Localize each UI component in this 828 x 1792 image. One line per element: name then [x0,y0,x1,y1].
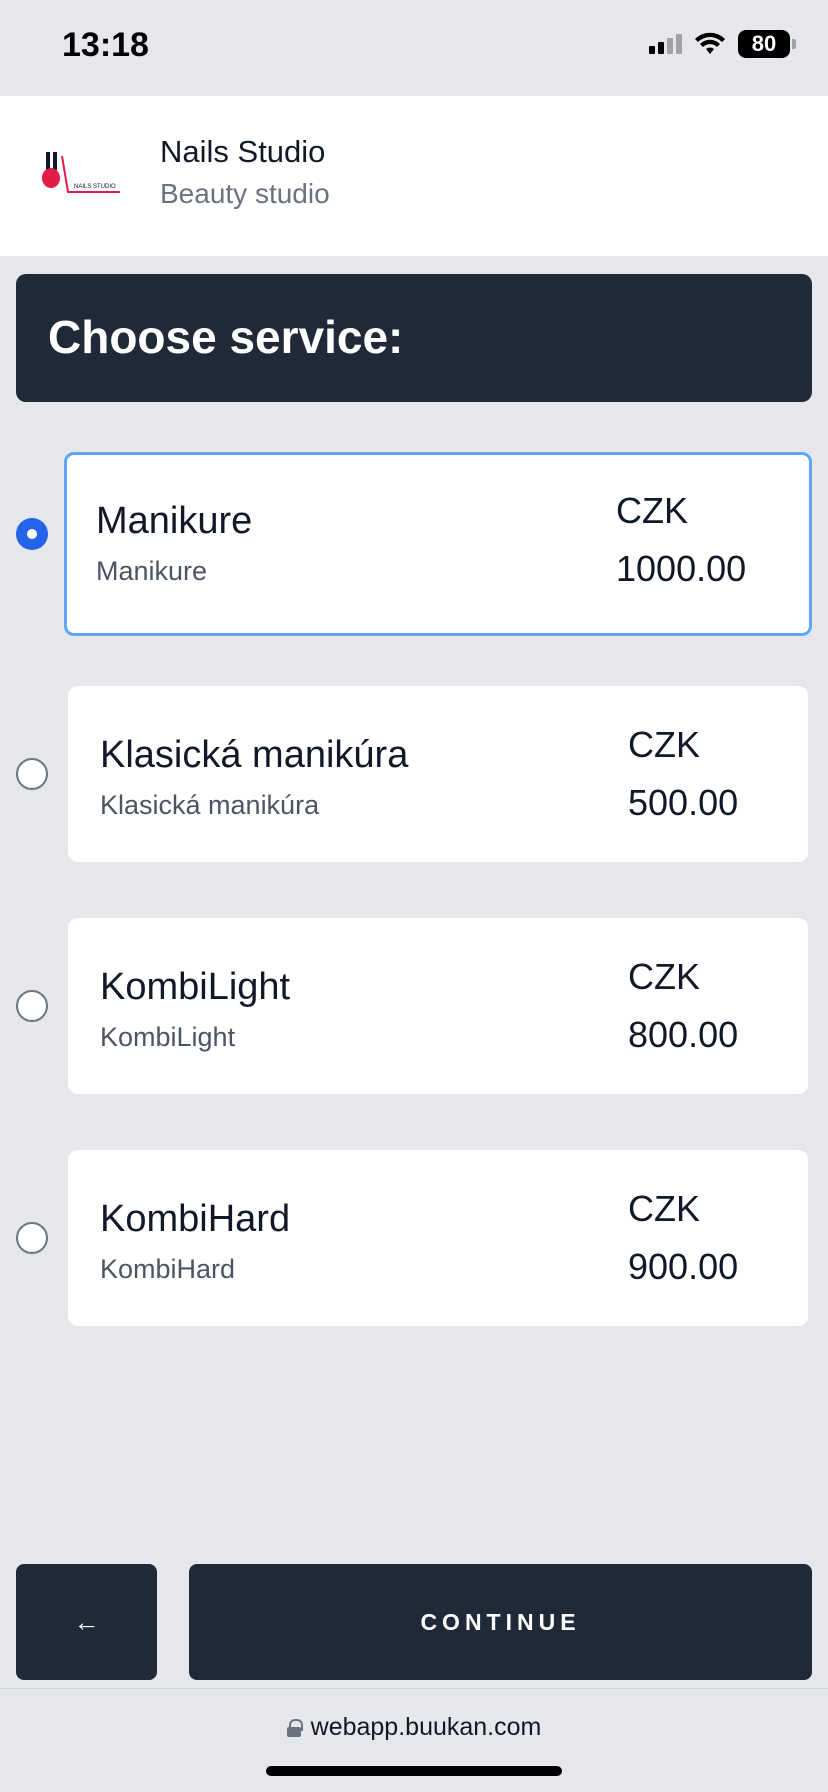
service-card[interactable]: KombiHard KombiHard CZK 900.00 [68,1150,808,1326]
service-radio[interactable] [16,518,48,550]
service-option-klasicka-manikura[interactable]: Klasická manikúra Klasická manikúra CZK … [0,686,828,862]
cellular-signal-icon [649,34,682,54]
title-panel: Choose service: [16,274,812,402]
service-currency: CZK [628,956,700,997]
arrow-left-icon: ← [73,1606,100,1637]
wifi-icon [695,32,725,54]
browser-url-bar[interactable]: webapp.buukan.com [0,1688,828,1792]
service-radio[interactable] [16,1222,48,1254]
studio-header: NAILS STUDIO Nails Studio Beauty studio [0,96,828,256]
service-name: Klasická manikúra [100,734,409,776]
service-description: KombiHard [100,1254,236,1284]
url-text: webapp.buukan.com [310,1713,542,1741]
service-card[interactable]: KombiLight KombiLight CZK 800.00 [68,918,808,1094]
service-description: Klasická manikúra [100,790,320,820]
battery-cap [792,39,796,49]
service-currency: CZK [628,724,700,765]
home-indicator[interactable] [266,1766,562,1776]
status-bar: 13:18 80 [0,0,828,96]
service-currency: CZK [616,490,688,531]
service-name: Manikure [96,500,253,542]
back-button[interactable]: ← [16,1564,157,1680]
studio-type: Beauty studio [160,178,330,209]
studio-name: Nails Studio [160,134,326,169]
service-currency: CZK [628,1188,700,1229]
url-display[interactable]: webapp.buukan.com [0,1713,828,1742]
service-card[interactable]: Klasická manikúra Klasická manikúra CZK … [68,686,808,862]
service-price: 1000.00 [616,548,747,589]
service-price: 800.00 [628,1014,739,1055]
service-name: KombiHard [100,1198,291,1240]
service-option-kombihard[interactable]: KombiHard KombiHard CZK 900.00 [0,1150,828,1326]
battery-icon: 80 [738,30,790,58]
service-description: Manikure [96,556,208,586]
service-option-manikure[interactable]: Manikure Manikure CZK 1000.00 [0,452,828,636]
service-name: KombiLight [100,966,291,1008]
logo-text: NAILS STUDIO [74,184,116,190]
service-price: 500.00 [628,782,739,823]
continue-button[interactable]: CONTINUE [189,1564,812,1680]
service-card[interactable]: Manikure Manikure CZK 1000.00 [64,452,812,636]
service-description: KombiLight [100,1022,236,1052]
service-radio[interactable] [16,758,48,790]
page-title: Choose service: [48,311,404,363]
service-option-kombilight[interactable]: KombiLight KombiLight CZK 800.00 [0,918,828,1094]
status-icons: 80 [649,30,796,58]
status-time: 13:18 [62,26,149,64]
studio-logo: NAILS STUDIO [42,152,120,193]
service-radio[interactable] [16,990,48,1022]
lock-icon [286,1718,303,1737]
service-price: 900.00 [628,1246,739,1287]
